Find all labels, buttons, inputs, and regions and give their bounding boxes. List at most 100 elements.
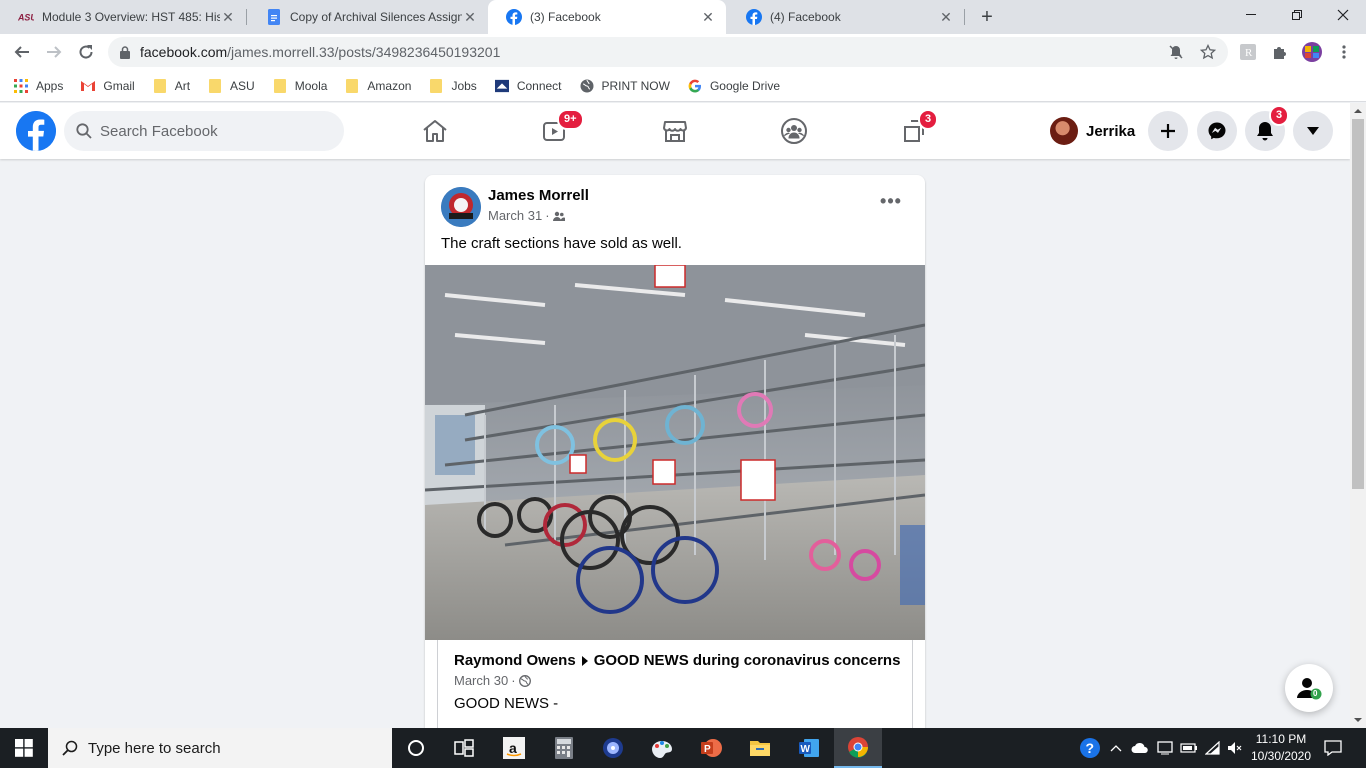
chrome-menu-icon[interactable]: [1334, 42, 1354, 62]
public-globe-icon: [518, 674, 531, 687]
display-icon[interactable]: [1154, 728, 1176, 768]
browser-tab[interactable]: ASU Module 3 Overview: HST 485: His ✕: [0, 0, 246, 34]
battery-icon[interactable]: [1178, 728, 1200, 768]
bookmark-label: Art: [174, 78, 191, 93]
bookmark-jobs[interactable]: Jobs: [429, 78, 477, 93]
watch-nav-icon[interactable]: 9+: [535, 109, 584, 151]
gaming-nav-icon[interactable]: 3: [894, 109, 939, 151]
windows-start-icon[interactable]: [0, 728, 48, 768]
file-explorer-icon[interactable]: [736, 728, 784, 768]
shared-author[interactable]: Raymond Owens: [454, 652, 576, 669]
tab-divider: [964, 9, 965, 25]
amazon-app-icon[interactable]: a: [490, 728, 538, 768]
profile-link[interactable]: Jerrika: [1046, 115, 1135, 147]
media-player-icon[interactable]: [589, 728, 637, 768]
friends-audience-icon[interactable]: [552, 211, 565, 221]
bookmark-label: Apps: [36, 78, 64, 93]
taskbar-search-box[interactable]: Type here to search: [48, 728, 392, 768]
bookmark-art[interactable]: Art: [153, 78, 191, 93]
shared-post-text: GOOD NEWS -: [454, 695, 559, 712]
page-scrollbar[interactable]: [1350, 103, 1366, 728]
google-docs-icon: [266, 9, 282, 25]
tab-title: Copy of Archival Silences Assignn: [290, 10, 462, 24]
bookmark-star-icon[interactable]: [1198, 42, 1218, 62]
help-icon[interactable]: ?: [1076, 728, 1104, 768]
lock-icon: [120, 45, 130, 59]
url-path: /james.morrell.33/posts/3498236450193201: [227, 44, 501, 60]
post-photo[interactable]: [425, 265, 925, 640]
svg-text:P: P: [704, 744, 711, 755]
post-author[interactable]: James Morrell: [488, 187, 589, 204]
account-menu-caret-icon[interactable]: [1293, 111, 1333, 151]
taskbar-clock[interactable]: 11:10 PM 10/30/2020: [1246, 731, 1316, 765]
browser-toolbar: facebook.com/james.morrell.33/posts/3498…: [0, 34, 1366, 70]
home-nav-icon[interactable]: [415, 111, 455, 151]
reload-icon[interactable]: [72, 38, 100, 66]
notifications-blocked-icon[interactable]: [1166, 42, 1186, 62]
new-tab-button[interactable]: +: [975, 5, 999, 29]
browser-tab-active[interactable]: (3) Facebook ✕: [488, 0, 726, 34]
close-tab-icon[interactable]: ✕: [938, 9, 954, 26]
search-icon: [62, 740, 78, 756]
post-date[interactable]: March 31: [488, 208, 542, 223]
folder-icon: [153, 78, 167, 93]
extensions-puzzle-icon[interactable]: [1270, 42, 1290, 62]
chevron-up-icon[interactable]: [1106, 728, 1126, 768]
create-button[interactable]: [1148, 111, 1188, 151]
bookmark-connect[interactable]: Connect: [494, 79, 562, 93]
bookmark-apps[interactable]: Apps: [14, 78, 64, 93]
restore-icon[interactable]: [1274, 0, 1320, 30]
close-tab-icon[interactable]: ✕: [220, 9, 236, 26]
profile-avatar-icon[interactable]: [1302, 42, 1322, 62]
cortana-icon[interactable]: [392, 728, 440, 768]
new-message-fab[interactable]: 0: [1285, 664, 1333, 712]
paint-app-icon[interactable]: [638, 728, 686, 768]
bookmark-moola[interactable]: Moola: [273, 78, 327, 93]
facebook-search-box[interactable]: [64, 111, 344, 151]
shared-date[interactable]: March 30: [454, 673, 508, 688]
bookmark-asu[interactable]: ASU: [208, 78, 255, 93]
svg-text:?: ?: [1086, 740, 1095, 756]
powerpoint-icon[interactable]: P: [687, 728, 735, 768]
tab-divider: [246, 9, 247, 25]
bookmark-label: ASU: [230, 78, 255, 93]
author-avatar[interactable]: [441, 187, 481, 227]
wifi-icon[interactable]: [1202, 728, 1224, 768]
action-center-icon[interactable]: [1320, 728, 1346, 768]
groups-nav-icon[interactable]: [774, 111, 814, 151]
tab-title: (3) Facebook: [530, 10, 601, 24]
messenger-icon[interactable]: [1197, 111, 1237, 151]
shared-group[interactable]: GOOD NEWS during coronavirus concerns: [594, 652, 901, 669]
chrome-taskbar-icon[interactable]: [834, 728, 882, 768]
task-view-icon[interactable]: [440, 728, 488, 768]
browser-tab[interactable]: (4) Facebook ✕: [728, 0, 964, 34]
scrollbar-thumb[interactable]: [1352, 119, 1364, 489]
word-icon[interactable]: W: [785, 728, 833, 768]
bookmark-print-now[interactable]: PRINT NOW: [580, 79, 670, 93]
minimize-icon[interactable]: [1228, 0, 1274, 30]
onedrive-icon[interactable]: [1128, 728, 1152, 768]
volume-muted-icon[interactable]: [1224, 728, 1246, 768]
extension-r-icon[interactable]: R: [1238, 42, 1258, 62]
post-meta: March 31 ·: [488, 208, 565, 223]
forward-icon[interactable]: [40, 38, 68, 66]
shared-post[interactable]: Raymond Owens GOOD NEWS during coronavir…: [437, 640, 913, 728]
post-options-button[interactable]: •••: [875, 191, 907, 219]
close-tab-icon[interactable]: ✕: [700, 9, 716, 26]
gaming-badge: 3: [918, 109, 939, 130]
search-input[interactable]: [100, 122, 320, 140]
bookmark-amazon[interactable]: Amazon: [345, 78, 411, 93]
notifications-bell-icon[interactable]: 3: [1245, 105, 1290, 151]
close-tab-icon[interactable]: ✕: [462, 9, 478, 26]
bookmark-gmail[interactable]: Gmail: [81, 79, 135, 93]
fab-count: 0: [1313, 689, 1318, 698]
facebook-logo-icon[interactable]: [16, 111, 56, 151]
browser-tab[interactable]: Copy of Archival Silences Assignn ✕: [248, 0, 488, 34]
calculator-icon[interactable]: [540, 728, 588, 768]
close-window-icon[interactable]: [1320, 0, 1366, 30]
address-bar[interactable]: facebook.com/james.morrell.33/posts/3498…: [108, 37, 1228, 67]
facebook-icon: [746, 9, 762, 25]
bookmark-google-drive[interactable]: Google Drive: [688, 79, 780, 93]
marketplace-nav-icon[interactable]: [655, 111, 695, 151]
back-icon[interactable]: [8, 38, 36, 66]
